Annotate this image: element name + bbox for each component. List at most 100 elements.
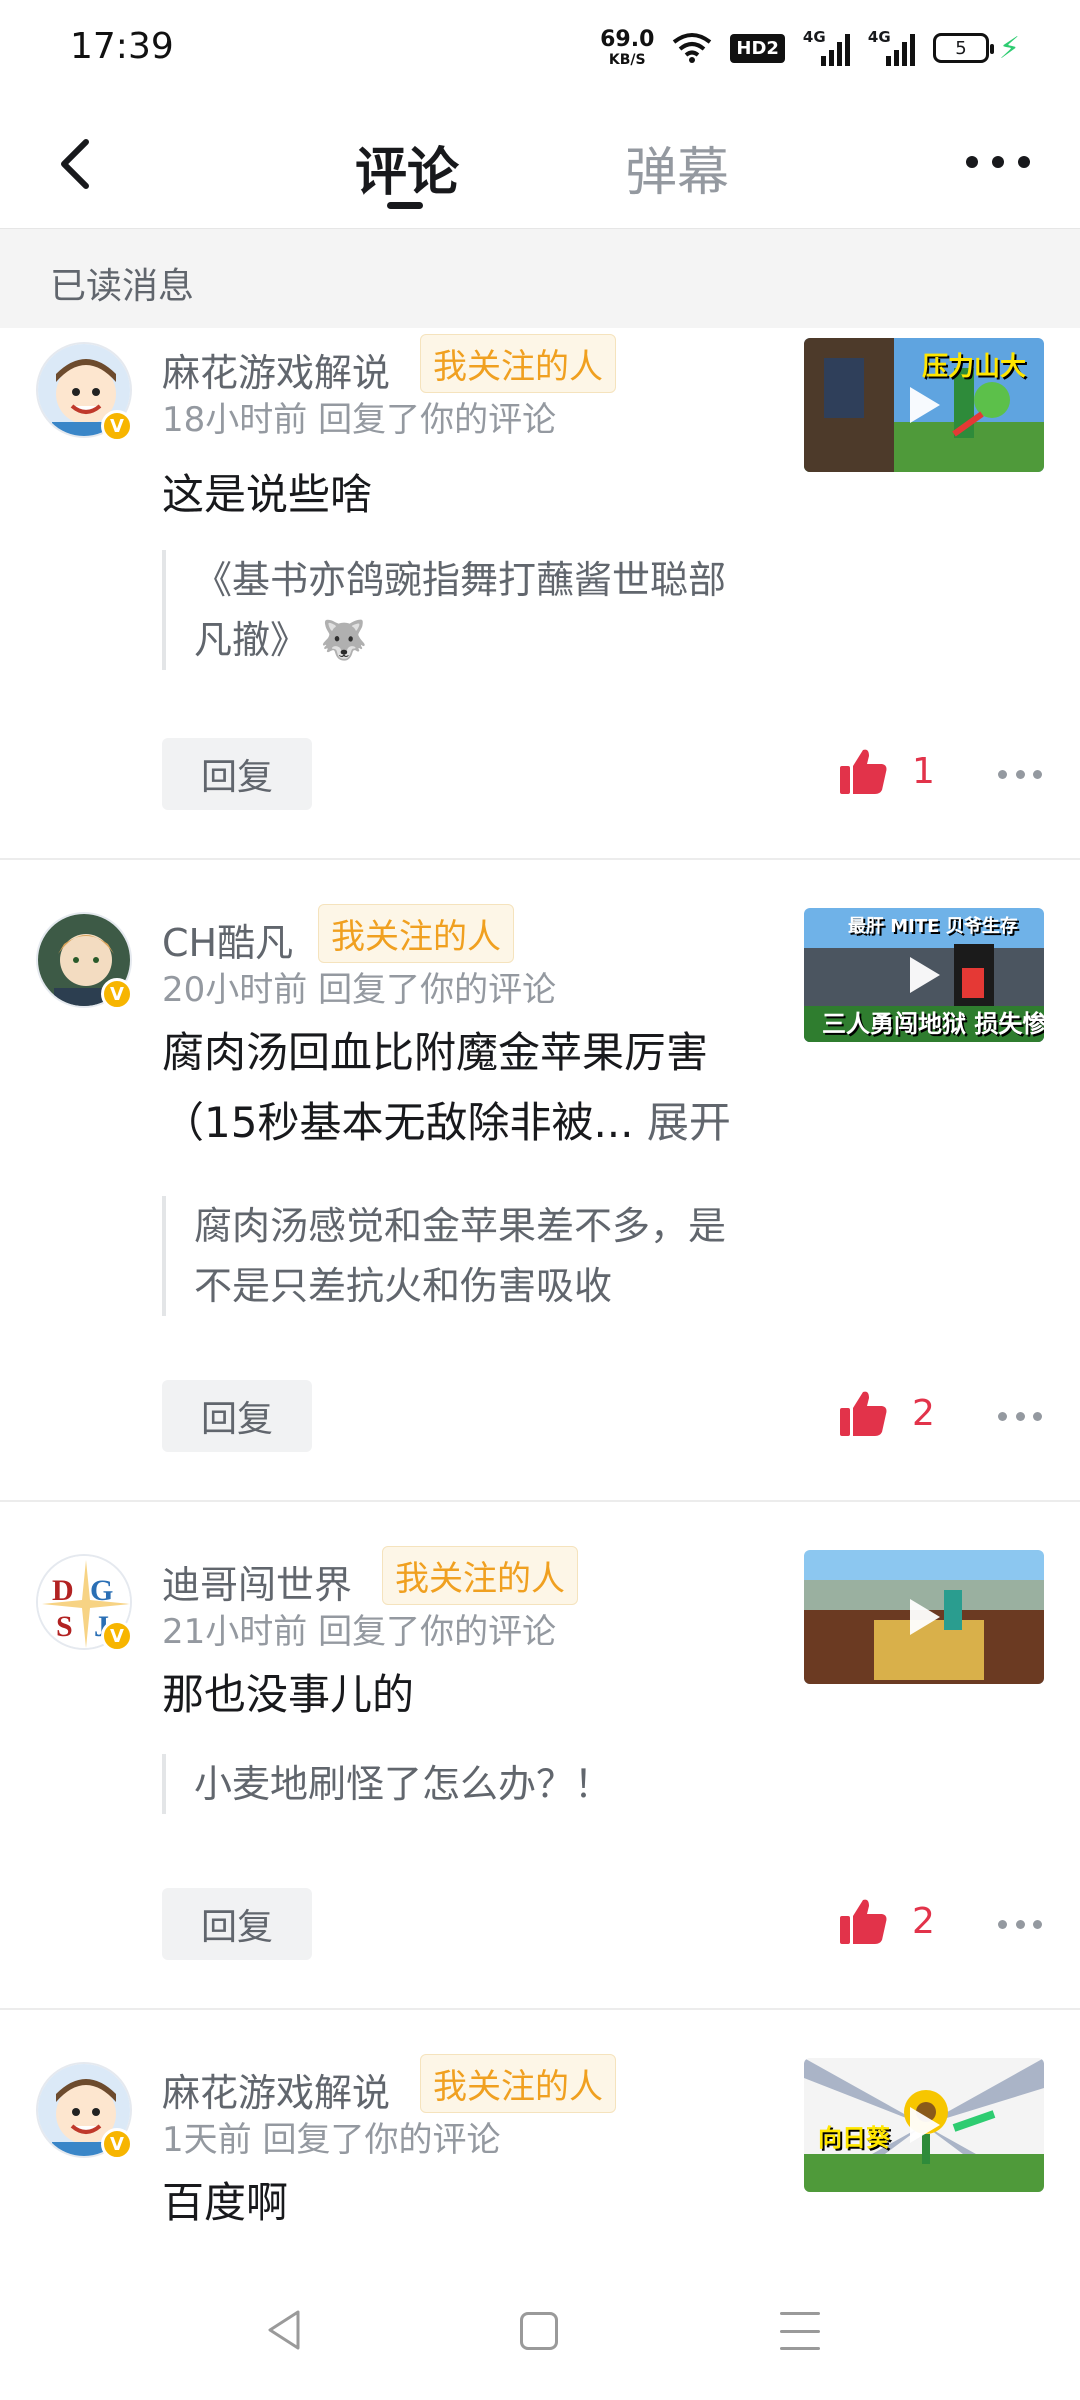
more-icon[interactable] [998,1408,1042,1424]
video-thumbnail[interactable]: 向日葵 [804,2058,1044,2192]
wolf-emoji-icon: 🐺 [320,618,368,662]
comment-action: 回复了你的评论 [318,1612,557,1652]
quoted-comment[interactable]: 《基书亦鸽豌指舞打蘸酱世聪部凡撤》 🐺 [162,550,762,670]
comment-time: 21小时前 [162,1612,308,1652]
back-icon[interactable] [50,134,100,194]
tab-indicator [387,202,423,209]
thumbnail-caption: 最肝 MITE 贝爷生存 [848,916,1018,937]
net-speed-unit: KB/S [608,52,646,68]
like-button[interactable]: 2 [838,1388,935,1438]
comment-list[interactable]: V 麻花游戏解说 我关注的人 18小时前 回复了你的评论 这是说些啥 《基书亦鸽… [0,328,1080,2270]
comment-meta: 21小时前 回复了你的评论 [162,1604,556,1653]
comment-content[interactable]: 腐肉汤回血比附魔金苹果厉害（15秒基本无敌除非被... 展开 [162,1018,762,1158]
follow-tag: 我关注的人 [382,1546,578,1605]
quote-text: 《基书亦鸽豌指舞打蘸酱世聪部凡撤》 [194,558,727,662]
video-thumbnail[interactable]: 最肝 MITE 贝爷生存 三人勇闯地狱 损失惨重 [804,908,1044,1042]
comment-text: 那也没事儿的 [162,1670,415,1719]
reply-button[interactable]: 回复 [162,1380,312,1452]
system-nav-bar [0,2270,1080,2400]
like-icon [840,749,887,794]
username[interactable]: 麻花游戏解说 [162,342,390,397]
nav-home-icon[interactable] [520,2312,558,2350]
play-icon [910,387,940,423]
more-icon[interactable] [998,1916,1042,1932]
username[interactable]: 迪哥闯世界 [162,1554,352,1609]
follow-tag: 我关注的人 [420,2054,616,2113]
comment-content[interactable]: 百度啊 [162,2168,762,2238]
comment-text: 腐肉汤回血比附魔金苹果厉害（15秒基本无敌除非被... [162,1028,709,1147]
follow-tag: 我关注的人 [420,334,616,393]
like-count: 1 [912,750,935,792]
charging-icon: ⚡ [998,30,1020,66]
comment-content[interactable]: 这是说些啥 [162,460,762,530]
nav-menu-icon[interactable] [780,2312,820,2350]
list-item: V 麻花游戏解说 我关注的人 1天前 回复了你的评论 百度啊 向日葵 [0,2010,1080,2270]
svg-text:G: G [90,1574,113,1607]
header: 评论 弹幕 [0,100,1080,228]
status-bar: 17:39 69.0 KB/S HD2 4G 4G 5 ⚡ [0,0,1080,100]
like-button[interactable]: 1 [838,746,935,796]
comment-time: 1天前 [162,2120,252,2160]
play-icon [910,957,940,993]
comment-content[interactable]: 那也没事儿的 [162,1660,762,1730]
svg-text:D: D [52,1574,74,1607]
thumbnail-caption: 向日葵 [818,2124,890,2152]
like-count: 2 [912,1900,935,1942]
quoted-comment[interactable]: 腐肉汤感觉和金苹果差不多，是不是只差抗火和伤害吸收 [162,1196,762,1316]
list-item: V CH酷凡 我关注的人 20小时前 回复了你的评论 腐肉汤回血比附魔金苹果厉害… [0,860,1080,1502]
thumbnail-caption-2: 三人勇闯地狱 损失惨重 [822,1010,1044,1038]
comment-text: 这是说些啥 [162,470,373,519]
hd-badge: HD2 [730,33,785,63]
like-count: 2 [912,1392,935,1434]
nav-back-icon[interactable] [264,2308,304,2352]
tab-comments[interactable]: 评论 [355,130,459,205]
battery-icon: 5 [932,33,994,63]
read-messages-header: 已读消息 [0,228,1080,328]
signal-1-icon: 4G [803,28,850,66]
list-item: V 麻花游戏解说 我关注的人 18小时前 回复了你的评论 这是说些啥 《基书亦鸽… [0,328,1080,860]
quote-text: 小麦地刷怪了怎么办？！ [194,1762,613,1806]
comment-time: 18小时前 [162,400,308,440]
like-icon [840,1391,887,1436]
verified-icon: V [101,1620,133,1652]
video-thumbnail[interactable]: 压力山大 [804,338,1044,472]
net-speed: 69.0 KB/S [600,27,655,68]
video-thumbnail[interactable] [804,1550,1044,1684]
thumbnail-caption: 压力山大 [922,352,1027,382]
wifi-icon [673,33,712,63]
comment-time: 20小时前 [162,970,308,1010]
verified-icon: V [101,410,133,442]
comment-action: 回复了你的评论 [318,970,557,1010]
play-icon [910,2107,940,2143]
comment-meta: 20小时前 回复了你的评论 [162,962,556,1011]
quote-text: 腐肉汤感觉和金苹果差不多，是不是只差抗火和伤害吸收 [194,1204,727,1308]
comment-text: 百度啊 [162,2178,289,2227]
section-label: 已读消息 [50,266,195,307]
verified-icon: V [101,2128,133,2160]
net-speed-value: 69.0 [600,27,655,52]
verified-icon: V [101,978,133,1010]
follow-tag: 我关注的人 [318,904,514,963]
svg-text:S: S [56,1610,73,1643]
list-item: D G S J V 迪哥闯世界 我关注的人 21小时前 回复了你的评论 那也没事… [0,1502,1080,2010]
play-icon [910,1599,940,1635]
like-button[interactable]: 2 [838,1896,935,1946]
like-icon [840,1899,887,1944]
reply-button[interactable]: 回复 [162,1888,312,1960]
username[interactable]: 麻花游戏解说 [162,2062,390,2117]
comment-meta: 1天前 回复了你的评论 [162,2112,500,2161]
quoted-comment[interactable]: 小麦地刷怪了怎么办？！ [162,1754,762,1814]
comment-action: 回复了你的评论 [318,400,557,440]
username[interactable]: CH酷凡 [162,912,293,967]
more-icon[interactable] [966,142,1030,182]
signal-2-icon: 4G [868,28,915,66]
battery-level: 5 [955,37,967,59]
status-time: 17:39 [70,26,174,67]
tab-danmaku[interactable]: 弹幕 [625,130,729,205]
status-icons: 69.0 KB/S HD2 4G 4G 5 ⚡ [600,22,1020,74]
comment-action: 回复了你的评论 [262,2120,501,2160]
expand-link[interactable]: 展开 [647,1098,731,1147]
comment-meta: 18小时前 回复了你的评论 [162,392,556,441]
reply-button[interactable]: 回复 [162,738,312,810]
more-icon[interactable] [998,766,1042,782]
